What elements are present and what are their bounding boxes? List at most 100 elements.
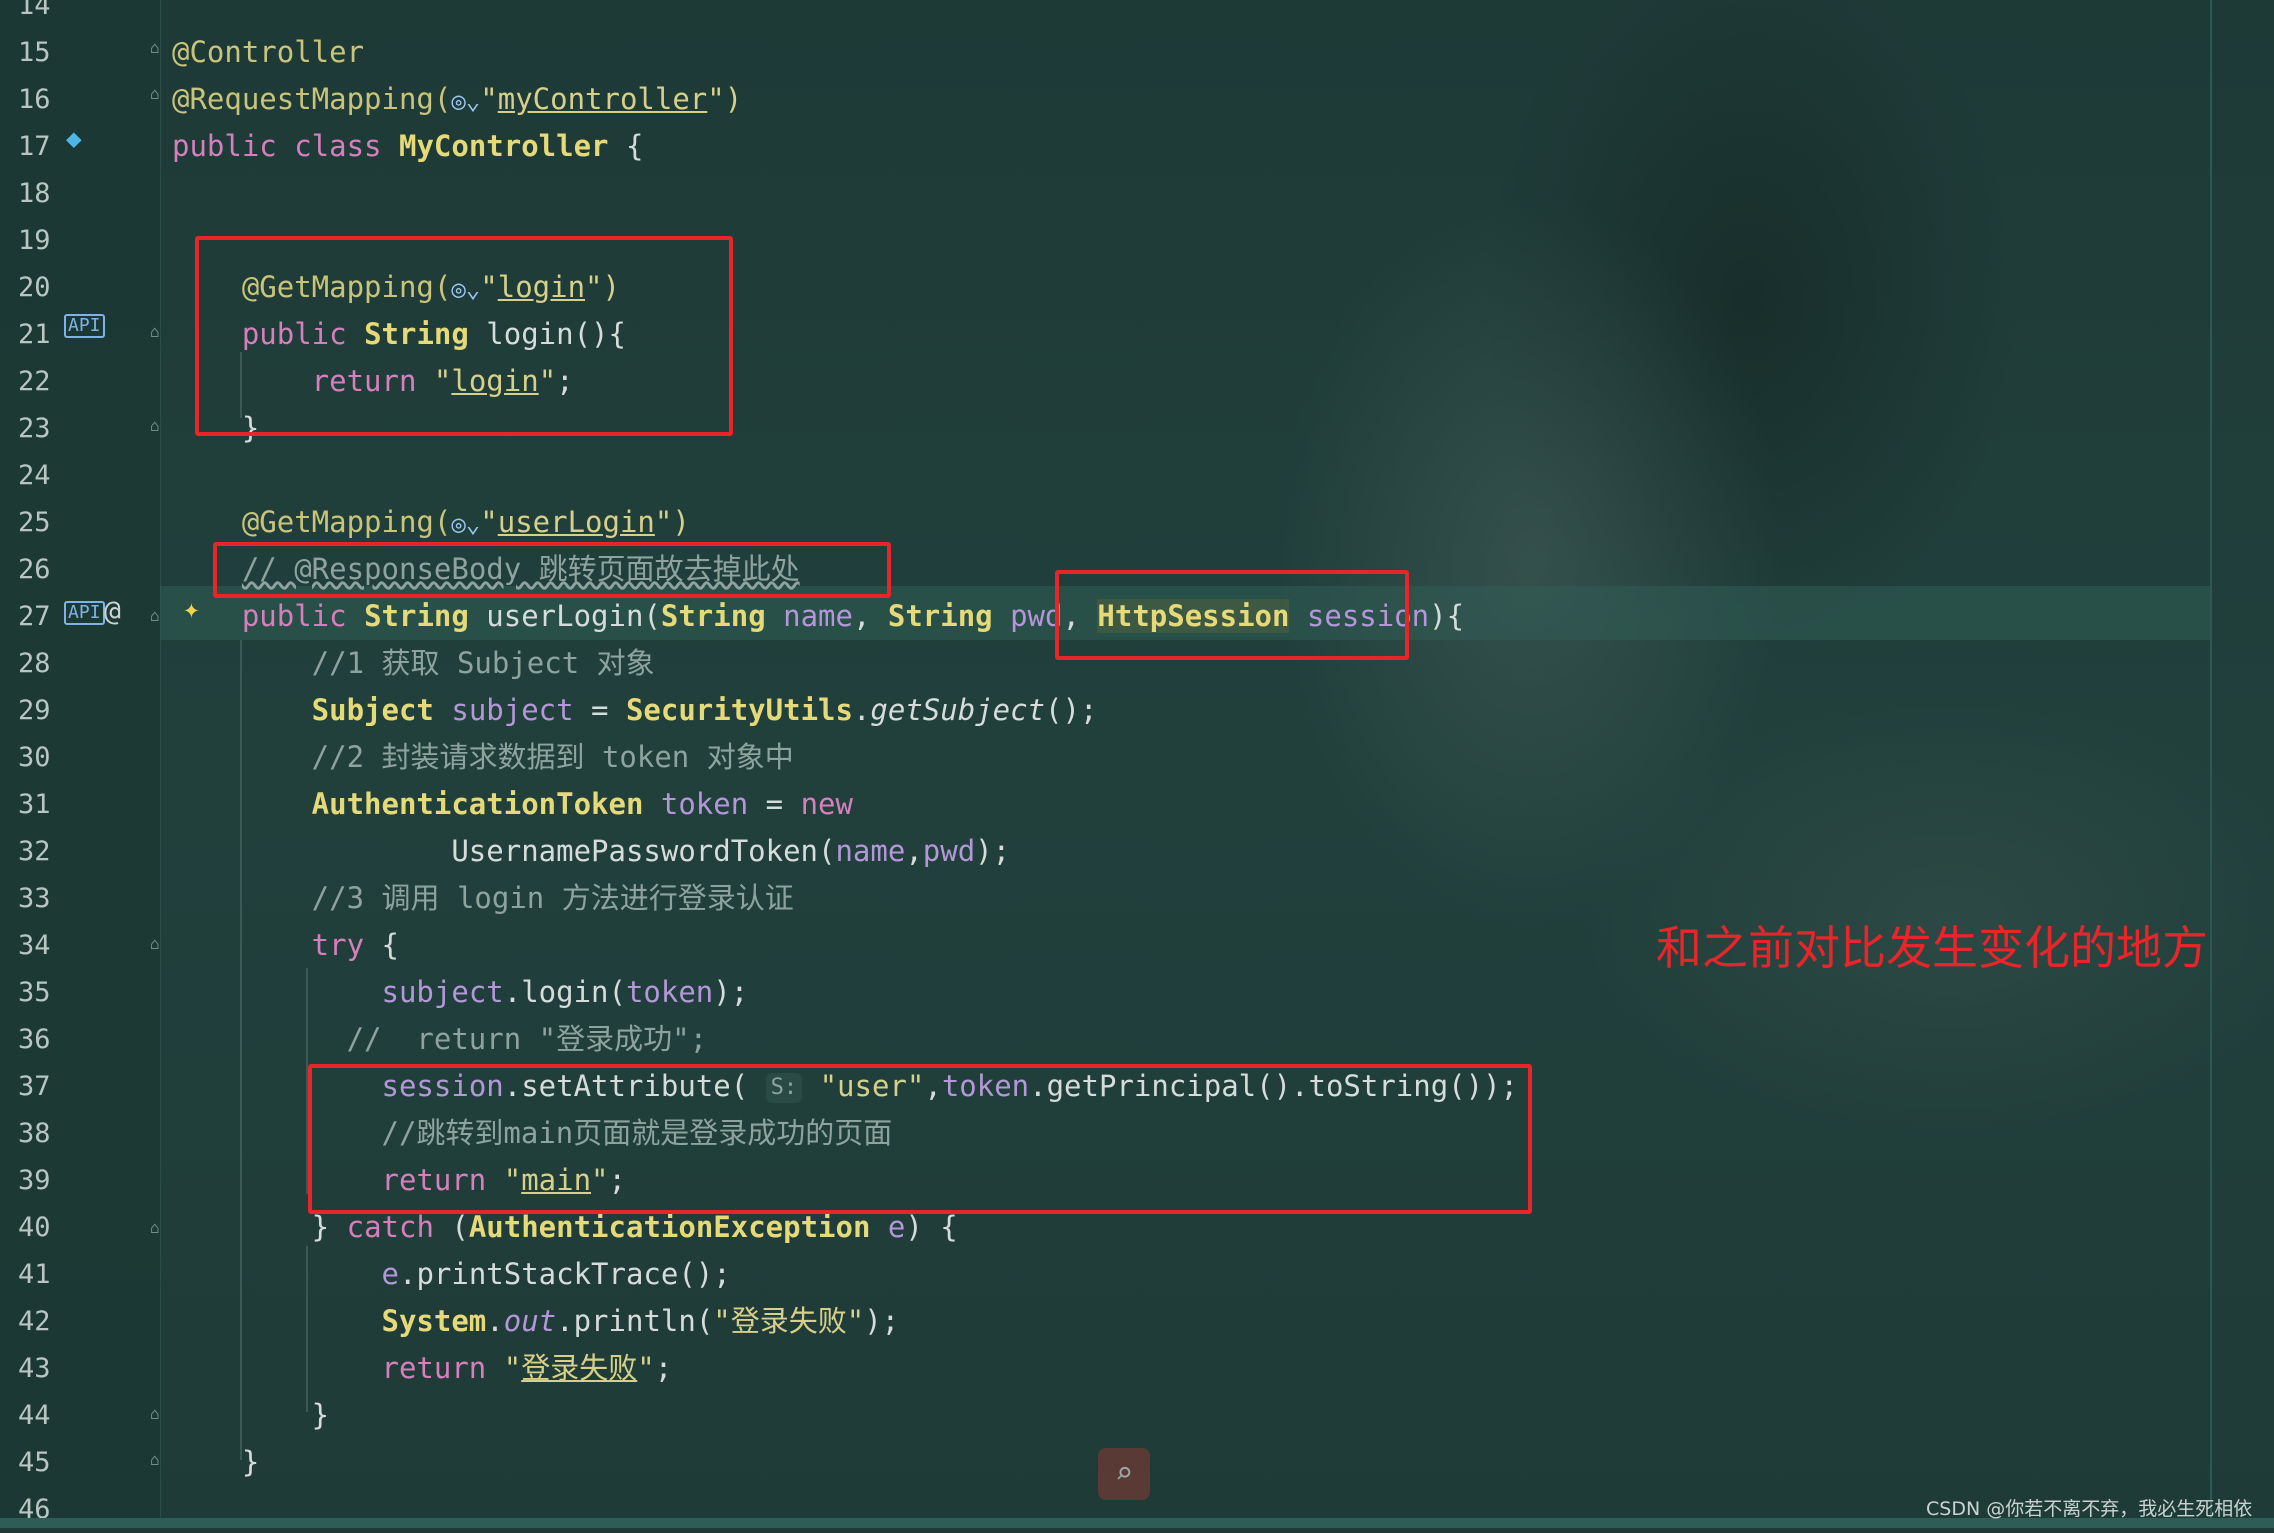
code-token: SecurityUtils	[625, 693, 853, 727]
code-text[interactable]: e.printStackTrace();	[172, 1251, 731, 1298]
at-symbol-icon[interactable]: @	[104, 594, 121, 627]
lightbulb-icon[interactable]: ✦	[183, 592, 200, 625]
code-token: try	[172, 928, 382, 962]
code-text[interactable]: UsernamePasswordToken(name,pwd);	[172, 828, 1010, 875]
code-text[interactable]: // return "登录成功";	[172, 1016, 707, 1063]
code-text[interactable]: Subject subject = SecurityUtils.getSubje…	[172, 687, 1098, 734]
code-token: MyController	[398, 129, 609, 163]
code-token: userLogin(	[486, 599, 661, 633]
code-line[interactable]: 16 @RequestMapping(◎⌄"myController")	[0, 76, 2210, 123]
code-token: AuthenticationToken	[172, 787, 661, 821]
line-number: 18	[18, 178, 51, 209]
line-number: 23	[18, 413, 51, 444]
code-line[interactable]: 30 //2 封装请求数据到 token 对象中	[0, 734, 2210, 781]
code-text[interactable]: //3 调用 login 方法进行登录认证	[172, 875, 794, 922]
code-token: "	[480, 82, 498, 116]
code-text[interactable]: @RequestMapping(◎⌄"myController")	[172, 76, 742, 123]
code-text[interactable]: @Controller	[172, 29, 364, 76]
line-number: 41	[18, 1259, 51, 1290]
line-number: 35	[18, 977, 51, 1008]
line-number: 30	[18, 742, 51, 773]
code-line[interactable]: 24	[0, 452, 2210, 499]
code-text[interactable]: subject.login(token);	[172, 969, 749, 1016]
line-number: 22	[18, 366, 51, 397]
line-number: 34	[18, 930, 51, 961]
code-token: ,	[852, 599, 888, 633]
code-token: String	[887, 599, 1011, 633]
code-token: System	[172, 1304, 487, 1338]
fold-marker-icon[interactable]: ⌂	[150, 324, 166, 340]
api-endpoint-icon[interactable]: API	[64, 314, 105, 338]
code-token: @RequestMapping(	[172, 82, 452, 116]
code-line[interactable]: 17 public class MyController {	[0, 123, 2210, 170]
code-token: ")	[707, 82, 743, 116]
highlight-box-login-method	[195, 236, 733, 436]
code-text[interactable]: public class MyController {	[172, 123, 643, 170]
code-token: ,	[905, 834, 923, 868]
code-text[interactable]: return "登录失败";	[172, 1345, 673, 1392]
code-line[interactable]: 42 System.out.println("登录失败");	[0, 1298, 2210, 1345]
code-text[interactable]: }	[172, 1439, 259, 1486]
code-token: ){	[1429, 599, 1465, 633]
line-number: 24	[18, 460, 51, 491]
fold-marker-icon[interactable]: ⌂	[150, 86, 166, 102]
right-margin-line	[2210, 0, 2212, 1528]
code-line[interactable]: 15 @Controller	[0, 29, 2210, 76]
code-line[interactable]: 29 Subject subject = SecurityUtils.getSu…	[0, 687, 2210, 734]
fold-marker-icon[interactable]: ⌂	[150, 1452, 166, 1468]
code-token: AuthenticationException	[468, 1210, 888, 1244]
code-token: myController	[497, 82, 708, 116]
globe-icon: ◎⌄	[451, 509, 481, 538]
code-token: }	[172, 1398, 330, 1432]
api-endpoint-icon[interactable]: API	[64, 601, 105, 625]
code-token: "	[503, 1351, 522, 1385]
code-text[interactable]: //1 获取 Subject 对象	[172, 640, 655, 687]
code-line[interactable]: 36 // return "登录成功";	[0, 1016, 2210, 1063]
code-token: new	[800, 787, 853, 821]
code-text[interactable]: //2 封装请求数据到 token 对象中	[172, 734, 794, 781]
code-text[interactable]: AuthenticationToken token = new	[172, 781, 853, 828]
fold-marker-icon[interactable]: ⌂	[150, 418, 166, 434]
code-token: ;	[654, 1351, 673, 1385]
code-token: .printStackTrace();	[398, 1257, 731, 1291]
code-token: public	[172, 599, 365, 633]
search-button[interactable]: ⌕	[1098, 1448, 1150, 1500]
code-token: return	[172, 1351, 504, 1385]
fold-marker-icon[interactable]: ⌂	[150, 1220, 166, 1236]
code-token: name	[835, 834, 906, 868]
code-text[interactable]: }	[172, 1392, 329, 1439]
line-number: 37	[18, 1071, 51, 1102]
code-text[interactable]: @GetMapping(◎⌄"userLogin")	[172, 499, 690, 546]
code-line[interactable]: 25 @GetMapping(◎⌄"userLogin")	[0, 499, 2210, 546]
search-icon: ⌕	[1114, 1456, 1134, 1491]
line-number: 26	[18, 554, 51, 585]
code-token: ")	[654, 505, 690, 539]
code-token: //1 获取 Subject 对象	[172, 646, 655, 680]
code-token: }	[172, 1210, 347, 1244]
code-token: subject	[381, 975, 504, 1009]
code-line[interactable]: 41 e.printStackTrace();	[0, 1251, 2210, 1298]
code-token: out	[503, 1304, 557, 1338]
code-text[interactable]: System.out.println("登录失败");	[172, 1298, 900, 1345]
line-number: 17	[18, 131, 51, 162]
fold-marker-icon[interactable]: ⌂	[150, 608, 166, 624]
code-line[interactable]: 14	[0, 0, 2210, 29]
fold-marker-icon[interactable]: ⌂	[150, 40, 166, 56]
code-token: .login(	[503, 975, 626, 1009]
code-token: {	[608, 129, 644, 163]
code-line[interactable]: 32 UsernamePasswordToken(name,pwd);	[0, 828, 2210, 875]
bean-class-icon[interactable]: ◆	[66, 124, 82, 154]
code-line[interactable]: 18	[0, 170, 2210, 217]
fold-marker-icon[interactable]: ⌂	[150, 936, 166, 952]
code-line[interactable]: 31 AuthenticationToken token = new	[0, 781, 2210, 828]
code-line[interactable]: 43 return "登录失败";	[0, 1345, 2210, 1392]
code-text[interactable]: try {	[172, 922, 399, 969]
fold-marker-icon[interactable]: ⌂	[150, 1406, 166, 1422]
code-line[interactable]: 44 }	[0, 1392, 2210, 1439]
code-token: catch	[346, 1210, 452, 1244]
line-number: 28	[18, 648, 51, 679]
globe-icon: ◎⌄	[451, 86, 481, 115]
code-token: ) {	[905, 1210, 958, 1244]
